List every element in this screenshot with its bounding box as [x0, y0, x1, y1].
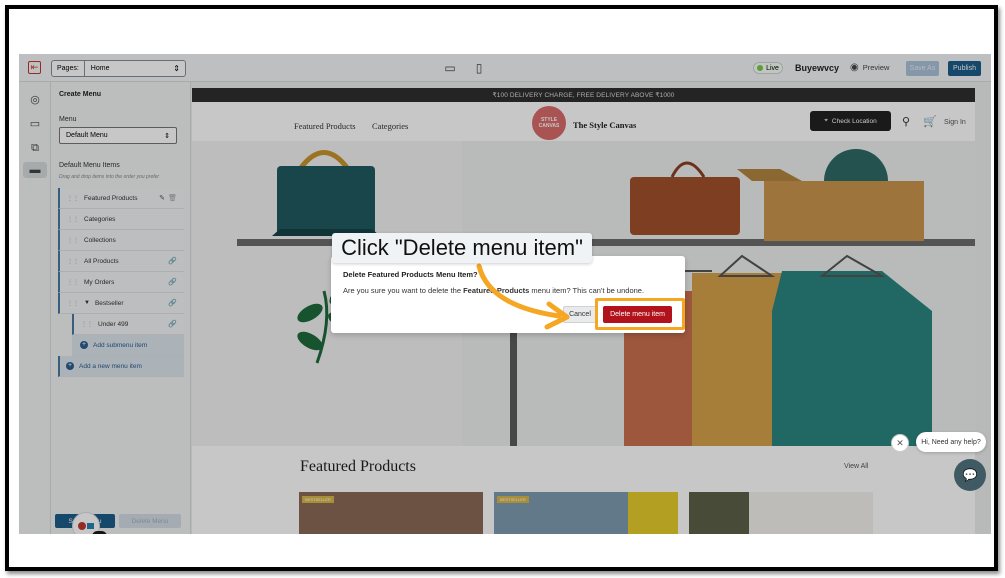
cancel-button[interactable]: Cancel	[563, 306, 597, 323]
dialog-message-item: Featured Products	[463, 286, 530, 295]
chat-greeting[interactable]: Hi, Need any help?	[916, 432, 986, 452]
dialog-title: Delete Featured Products Menu Item?	[343, 270, 478, 279]
chat-icon[interactable]: 💬	[954, 459, 986, 491]
screenshot-frame: ⇤ Pages: Home ⇕ ▭ ▯ Live Buyewvcy ◉ Prev…	[5, 5, 998, 571]
dialog-message: Are you sure you want to delete the Feat…	[343, 286, 644, 295]
editor-app: ⇤ Pages: Home ⇕ ▭ ▯ Live Buyewvcy ◉ Prev…	[19, 54, 991, 534]
dialog-message-pre: Are you sure you want to delete the	[343, 286, 464, 295]
click-target-highlight	[595, 298, 685, 330]
instruction-tooltip: Click "Delete menu item"	[332, 233, 592, 263]
close-icon[interactable]: ✕	[891, 434, 909, 452]
dialog-message-post: menu item? This can't be undone.	[529, 286, 645, 295]
